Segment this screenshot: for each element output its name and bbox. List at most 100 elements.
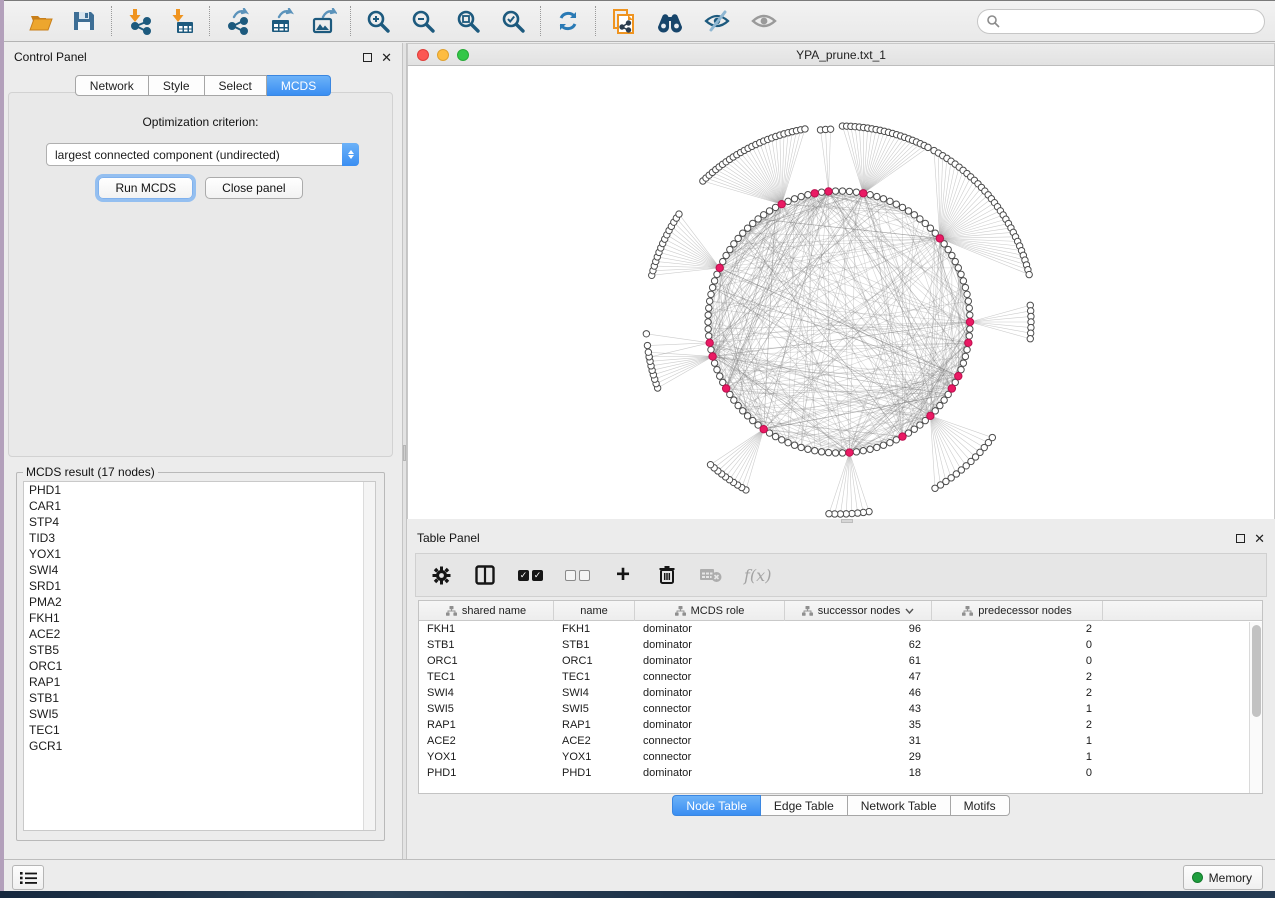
graph-node[interactable]	[927, 225, 933, 231]
cell-shared_name[interactable]: ACE2	[419, 733, 554, 749]
table-row[interactable]: ACE2ACE2connector311	[419, 733, 1262, 749]
mcds-result-item[interactable]: GCR1	[24, 738, 375, 754]
cell-name[interactable]: FKH1	[554, 621, 635, 637]
graph-node[interactable]	[714, 271, 720, 277]
float-panel-icon[interactable]	[363, 53, 372, 62]
graph-node[interactable]	[955, 265, 961, 271]
copy-network-icon[interactable]	[608, 6, 638, 36]
graph-node-selected[interactable]	[966, 318, 973, 325]
table-row[interactable]: TEC1TEC1connector472	[419, 669, 1262, 685]
graph-node[interactable]	[645, 349, 651, 355]
table-scrollbar[interactable]	[1249, 622, 1262, 794]
column-header-name[interactable]: name	[554, 601, 635, 621]
show-all-eye-icon[interactable]	[749, 6, 779, 36]
graph-node[interactable]	[705, 319, 711, 325]
cell-successor[interactable]: 35	[785, 717, 932, 733]
graph-node[interactable]	[717, 373, 723, 379]
graph-node[interactable]	[643, 331, 649, 337]
mcds-result-item[interactable]: TEC1	[24, 722, 375, 738]
tab-mcds[interactable]: MCDS	[267, 75, 331, 96]
graph-node[interactable]	[917, 422, 923, 428]
delete-column-trash-icon[interactable]	[656, 563, 678, 587]
graph-node[interactable]	[805, 446, 811, 452]
graph-node[interactable]	[750, 220, 756, 226]
graph-node[interactable]	[706, 298, 712, 304]
mcds-result-item[interactable]: STP4	[24, 514, 375, 530]
table-row[interactable]: SWI4SWI4dominator462	[419, 685, 1262, 701]
graph-node[interactable]	[893, 201, 899, 207]
table-row[interactable]: STB1STB1dominator620	[419, 637, 1262, 653]
cell-successor[interactable]: 29	[785, 749, 932, 765]
mcds-result-item[interactable]: TID3	[24, 530, 375, 546]
graph-node[interactable]	[958, 271, 964, 277]
tab-node-table[interactable]: Node Table	[672, 795, 761, 816]
cell-name[interactable]: SWI4	[554, 685, 635, 701]
graph-node-selected[interactable]	[825, 188, 832, 195]
cell-successor[interactable]: 62	[785, 637, 932, 653]
graph-node[interactable]	[709, 284, 715, 290]
cell-predecessor[interactable]: 1	[932, 733, 1103, 749]
table-row[interactable]: RAP1RAP1dominator352	[419, 717, 1262, 733]
cell-successor[interactable]: 18	[785, 765, 932, 781]
graph-node[interactable]	[772, 433, 778, 439]
graph-node[interactable]	[962, 284, 968, 290]
search-input[interactable]	[1000, 14, 1256, 28]
cell-predecessor[interactable]: 1	[932, 749, 1103, 765]
cell-successor[interactable]: 61	[785, 653, 932, 669]
graph-node-selected[interactable]	[899, 433, 906, 440]
graph-node[interactable]	[911, 426, 917, 432]
table-row[interactable]: ORC1ORC1dominator610	[419, 653, 1262, 669]
mcds-result-item[interactable]: SWI5	[24, 706, 375, 722]
network-canvas[interactable]	[407, 66, 1275, 519]
cell-predecessor[interactable]: 1	[932, 701, 1103, 717]
graph-node[interactable]	[825, 449, 831, 455]
graph-node[interactable]	[735, 235, 741, 241]
graph-node[interactable]	[964, 291, 970, 297]
graph-node[interactable]	[714, 367, 720, 373]
mcds-result-item[interactable]: PMA2	[24, 594, 375, 610]
optimization-criterion-dropdown[interactable]: largest connected component (undirected)	[46, 143, 359, 166]
graph-node[interactable]	[705, 312, 711, 318]
graph-node[interactable]	[711, 278, 717, 284]
graph-node[interactable]	[723, 252, 729, 258]
graph-node-selected[interactable]	[860, 190, 867, 197]
deselect-all-rows-icon[interactable]	[565, 563, 590, 587]
graph-node[interactable]	[925, 144, 931, 150]
graph-node[interactable]	[839, 450, 845, 456]
cell-shared_name[interactable]: PHD1	[419, 765, 554, 781]
graph-node[interactable]	[744, 413, 750, 419]
graph-node[interactable]	[707, 461, 713, 467]
cell-name[interactable]: PHD1	[554, 765, 635, 781]
cell-mcds_role[interactable]: dominator	[635, 685, 785, 701]
graph-node[interactable]	[676, 211, 682, 217]
graph-node[interactable]	[1027, 336, 1033, 342]
graph-node[interactable]	[887, 198, 893, 204]
graph-node[interactable]	[755, 216, 761, 222]
graph-node[interactable]	[960, 360, 966, 366]
export-table-icon[interactable]	[265, 6, 295, 36]
search-box[interactable]	[977, 9, 1265, 34]
cell-mcds_role[interactable]: connector	[635, 749, 785, 765]
mcds-result-item[interactable]: PHD1	[24, 482, 375, 498]
graph-node[interactable]	[922, 220, 928, 226]
graph-node[interactable]	[941, 397, 947, 403]
graph-node[interactable]	[846, 188, 852, 194]
graph-node[interactable]	[785, 439, 791, 445]
cell-predecessor[interactable]: 2	[932, 717, 1103, 733]
graph-node[interactable]	[744, 225, 750, 231]
graph-node[interactable]	[932, 485, 938, 491]
import-table-icon[interactable]	[167, 6, 197, 36]
graph-node[interactable]	[832, 450, 838, 456]
cell-successor[interactable]: 96	[785, 621, 932, 637]
graph-node[interactable]	[937, 402, 943, 408]
mcds-result-item[interactable]: SWI4	[24, 562, 375, 578]
graph-node[interactable]	[967, 326, 973, 332]
graph-node[interactable]	[860, 448, 866, 454]
graph-node[interactable]	[945, 246, 951, 252]
graph-node-selected[interactable]	[709, 353, 716, 360]
cell-mcds_role[interactable]: dominator	[635, 621, 785, 637]
graph-node[interactable]	[826, 511, 832, 517]
graph-node[interactable]	[818, 449, 824, 455]
cell-shared_name[interactable]: RAP1	[419, 717, 554, 733]
graph-node-selected[interactable]	[927, 412, 934, 419]
